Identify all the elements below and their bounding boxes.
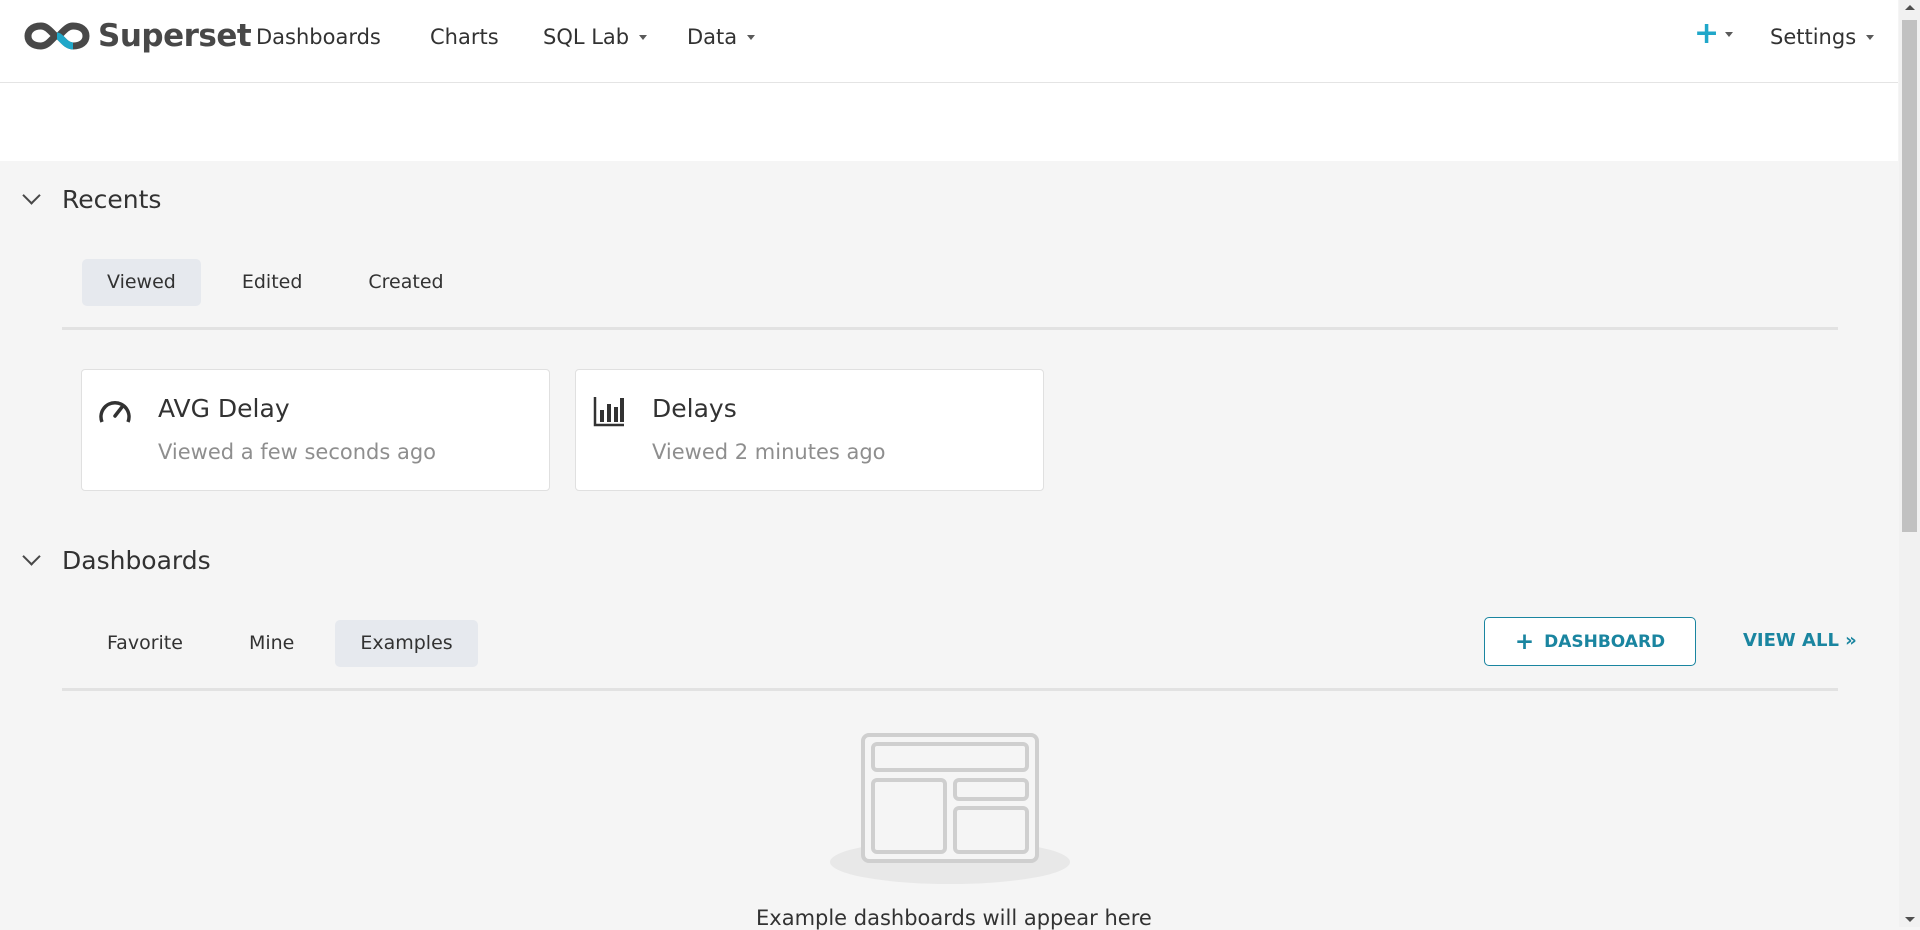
caret-down-icon — [639, 34, 648, 40]
tab-favorite[interactable]: Favorite — [82, 620, 208, 667]
scroll-thumb[interactable] — [1902, 20, 1917, 532]
tab-created[interactable]: Created — [343, 259, 468, 306]
top-navbar: Superset Dashboards Charts SQL Lab Data … — [0, 0, 1898, 83]
plus-icon: + — [1514, 628, 1535, 655]
empty-state-text: Example dashboards will appear here — [756, 906, 1152, 930]
dashboards-title: Dashboards — [62, 546, 211, 575]
card-title: Delays — [652, 394, 737, 423]
new-menu[interactable]: + — [1694, 16, 1734, 51]
tab-edited[interactable]: Edited — [217, 259, 328, 306]
plus-icon: + — [1694, 16, 1720, 51]
superset-logo[interactable]: Superset — [24, 18, 252, 54]
recents-tabs: Viewed Edited Created — [82, 259, 485, 306]
scroll-up-icon[interactable] — [1905, 5, 1915, 10]
tab-examples[interactable]: Examples — [335, 620, 478, 667]
nav-dashboards[interactable]: Dashboards — [256, 25, 381, 49]
caret-down-icon — [1866, 34, 1875, 40]
superset-logo-icon — [24, 22, 90, 50]
caret-down-icon — [1725, 31, 1734, 37]
dashboards-divider — [62, 688, 1838, 691]
page-scrollbar[interactable] — [1899, 0, 1920, 927]
gauge-icon — [99, 401, 131, 423]
nav-dashboards-label: Dashboards — [256, 25, 381, 49]
tab-mine[interactable]: Mine — [224, 620, 319, 667]
settings-label: Settings — [1770, 25, 1857, 49]
bar-chart-icon — [593, 397, 624, 427]
card-title: AVG Delay — [158, 394, 290, 423]
recent-card-delays[interactable]: Delays Viewed 2 minutes ago — [575, 369, 1044, 491]
nav-data[interactable]: Data — [687, 25, 756, 49]
chevron-down-icon[interactable] — [22, 186, 41, 205]
recents-title: Recents — [62, 185, 162, 214]
dashboards-header[interactable]: Dashboards — [22, 546, 211, 575]
card-subtitle: Viewed 2 minutes ago — [652, 440, 886, 464]
chevron-down-icon[interactable] — [22, 547, 41, 566]
settings-menu[interactable]: Settings — [1770, 25, 1875, 49]
caret-down-icon — [747, 34, 756, 40]
card-subtitle: Viewed a few seconds ago — [158, 440, 437, 464]
recents-header[interactable]: Recents — [22, 185, 162, 214]
add-dashboard-label: DASHBOARD — [1544, 631, 1666, 652]
empty-dashboard-icon — [830, 733, 1070, 884]
recent-card-avg-delay[interactable]: AVG Delay Viewed a few seconds ago — [81, 369, 550, 491]
nav-sql-lab[interactable]: SQL Lab — [543, 25, 648, 49]
nav-data-label: Data — [687, 25, 738, 49]
nav-sql-lab-label: SQL Lab — [543, 25, 630, 49]
nav-charts-label: Charts — [430, 25, 499, 49]
nav-charts[interactable]: Charts — [430, 25, 499, 49]
recents-divider — [62, 327, 1838, 330]
brand-name: Superset — [98, 18, 252, 54]
header-band — [0, 83, 1898, 161]
add-dashboard-button[interactable]: + DASHBOARD — [1484, 617, 1696, 666]
tab-viewed[interactable]: Viewed — [82, 259, 201, 306]
scroll-down-icon[interactable] — [1905, 917, 1915, 922]
view-all-link[interactable]: VIEW ALL » — [1743, 630, 1857, 651]
dashboards-tabs: Favorite Mine Examples — [82, 620, 494, 667]
